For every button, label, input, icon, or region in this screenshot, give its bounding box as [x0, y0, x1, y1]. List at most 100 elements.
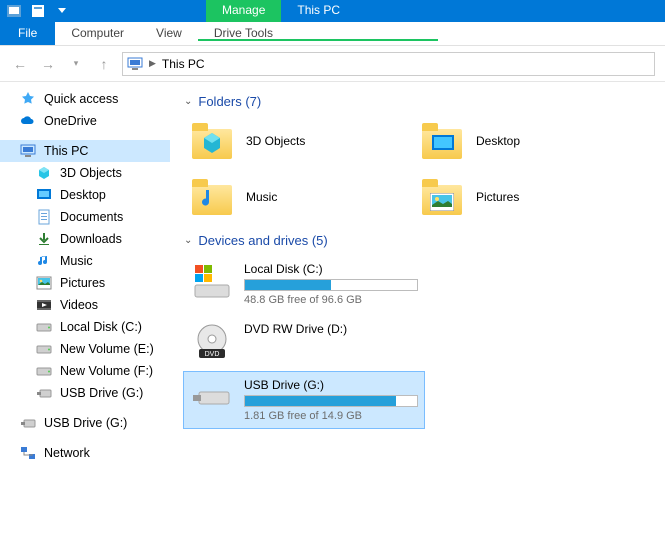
forward-button[interactable]: → — [38, 54, 58, 74]
sidebar-item-label: USB Drive (G:) — [44, 416, 127, 430]
disk-icon — [36, 319, 52, 335]
folder-pictures[interactable]: Pictures — [414, 173, 644, 221]
drive-icon: DVD — [190, 322, 234, 362]
sidebar-item-this-pc[interactable]: This PC — [0, 140, 170, 162]
breadcrumb-location[interactable]: This PC — [162, 57, 205, 71]
sidebar-item-label: Desktop — [60, 188, 106, 202]
back-button[interactable]: ← — [10, 54, 30, 74]
doc-icon — [36, 209, 52, 225]
star-icon — [20, 91, 36, 107]
system-menu-icon[interactable] — [4, 2, 24, 20]
navigation-bar: ← → ▾ ↑ ▶ This PC — [0, 46, 665, 82]
folder-desktop[interactable]: Desktop — [414, 117, 644, 165]
vid-icon — [36, 297, 52, 313]
drive-label: DVD RW Drive (D:) — [244, 322, 418, 336]
sidebar-item-usb-drive-g-[interactable]: USB Drive (G:) — [0, 412, 170, 434]
drive-free-space: 48.8 GB free of 96.6 GB — [244, 294, 418, 306]
ribbon-tab-file[interactable]: File — [0, 22, 55, 45]
ribbon-tabs: File Computer View Drive Tools — [0, 22, 665, 46]
qat-dropdown-icon[interactable] — [52, 2, 72, 20]
ribbon-tab-view[interactable]: View — [140, 22, 198, 45]
window-title: This PC — [281, 0, 356, 22]
sidebar-item-label: Downloads — [60, 232, 122, 246]
sidebar-item-label: New Volume (E:) — [60, 342, 154, 356]
sidebar-item-music[interactable]: Music — [0, 250, 170, 272]
sidebar-item-label: USB Drive (G:) — [60, 386, 143, 400]
folders-grid: 3D Objects Desktop Music Pictures — [184, 117, 651, 229]
disk-icon — [36, 363, 52, 379]
ribbon-tab-drive-tools[interactable]: Drive Tools — [198, 22, 438, 41]
context-tab-manage[interactable]: Manage — [206, 0, 281, 22]
group-header-folders[interactable]: ⌄ Folders (7) — [184, 94, 651, 109]
drives-grid: Local Disk (C:) 48.8 GB free of 96.6 GB DV… — [184, 256, 651, 432]
sidebar-item-usb-drive-g-[interactable]: USB Drive (G:) — [0, 382, 170, 404]
contextual-tabs: Manage This PC — [206, 0, 356, 22]
sidebar-item-desktop[interactable]: Desktop — [0, 184, 170, 206]
sidebar-item-local-disk-c-[interactable]: Local Disk (C:) — [0, 316, 170, 338]
folder-icon — [190, 121, 234, 161]
quick-access-toolbar — [0, 2, 76, 20]
folder-icon — [420, 121, 464, 161]
sidebar-item-label: OneDrive — [44, 114, 97, 128]
drive-capacity-bar — [244, 395, 418, 407]
sidebar-item-label: Videos — [60, 298, 98, 312]
chevron-down-icon: ⌄ — [184, 96, 192, 107]
drive-label: USB Drive (G:) — [244, 378, 418, 392]
group-header-label: Devices and drives (5) — [198, 233, 327, 248]
address-bar[interactable]: ▶ This PC — [122, 52, 655, 76]
sidebar-item-documents[interactable]: Documents — [0, 206, 170, 228]
usb-icon — [36, 385, 52, 401]
sidebar-item-label: Documents — [60, 210, 123, 224]
pic-icon — [36, 275, 52, 291]
sidebar-item-label: Quick access — [44, 92, 118, 106]
usb-icon — [20, 415, 36, 431]
recent-locations-dropdown[interactable]: ▾ — [66, 54, 86, 74]
sidebar-item-label: Local Disk (C:) — [60, 320, 142, 334]
folder-label: 3D Objects — [246, 134, 305, 148]
sidebar-item-pictures[interactable]: Pictures — [0, 272, 170, 294]
sidebar-item-label: Network — [44, 446, 90, 460]
group-header-drives[interactable]: ⌄ Devices and drives (5) — [184, 233, 651, 248]
drive-icon — [190, 378, 234, 418]
cloud-icon — [20, 113, 36, 129]
chevron-down-icon: ⌄ — [184, 235, 192, 246]
drive-label: Local Disk (C:) — [244, 262, 418, 276]
drive-usb-drive-g-[interactable]: USB Drive (G:) 1.81 GB free of 14.9 GB — [184, 372, 424, 428]
folder-icon — [420, 177, 464, 217]
sidebar-item-downloads[interactable]: Downloads — [0, 228, 170, 250]
sidebar-item-label: 3D Objects — [60, 166, 122, 180]
disk-icon — [36, 341, 52, 357]
folder-label: Pictures — [476, 190, 519, 204]
up-button[interactable]: ↑ — [94, 54, 114, 74]
group-header-label: Folders (7) — [198, 94, 261, 109]
drive-dvd-rw-drive-d-[interactable]: DVD DVD RW Drive (D:) — [184, 316, 424, 368]
content-pane: ⌄ Folders (7) 3D Objects Desktop Music Pict… — [170, 82, 665, 540]
ribbon-tab-computer[interactable]: Computer — [55, 22, 140, 45]
cube-icon — [36, 165, 52, 181]
drive-icon — [190, 262, 234, 302]
drive-local-disk-c-[interactable]: Local Disk (C:) 48.8 GB free of 96.6 GB — [184, 256, 424, 312]
title-bar: Manage This PC — [0, 0, 665, 22]
drive-capacity-bar — [244, 279, 418, 291]
sidebar-item-network[interactable]: Network — [0, 442, 170, 464]
desktop-icon — [36, 187, 52, 203]
pc-icon — [20, 143, 36, 159]
svg-text:DVD: DVD — [205, 351, 220, 358]
qat-properties-icon[interactable] — [28, 2, 48, 20]
sidebar-item-label: Music — [60, 254, 93, 268]
folder-3d-objects[interactable]: 3D Objects — [184, 117, 414, 165]
sidebar-item-new-volume-f-[interactable]: New Volume (F:) — [0, 360, 170, 382]
folder-label: Music — [246, 190, 277, 204]
drive-free-space: 1.81 GB free of 14.9 GB — [244, 410, 418, 422]
sidebar-item-label: This PC — [44, 144, 88, 158]
sidebar-item-quick-access[interactable]: Quick access — [0, 88, 170, 110]
folder-label: Desktop — [476, 134, 520, 148]
sidebar-item-onedrive[interactable]: OneDrive — [0, 110, 170, 132]
sidebar-item-videos[interactable]: Videos — [0, 294, 170, 316]
navigation-pane: Quick access OneDrive This PC 3D Objects Des… — [0, 82, 170, 540]
sidebar-item-label: Pictures — [60, 276, 105, 290]
folder-icon — [190, 177, 234, 217]
sidebar-item-new-volume-e-[interactable]: New Volume (E:) — [0, 338, 170, 360]
sidebar-item-3d-objects[interactable]: 3D Objects — [0, 162, 170, 184]
folder-music[interactable]: Music — [184, 173, 414, 221]
